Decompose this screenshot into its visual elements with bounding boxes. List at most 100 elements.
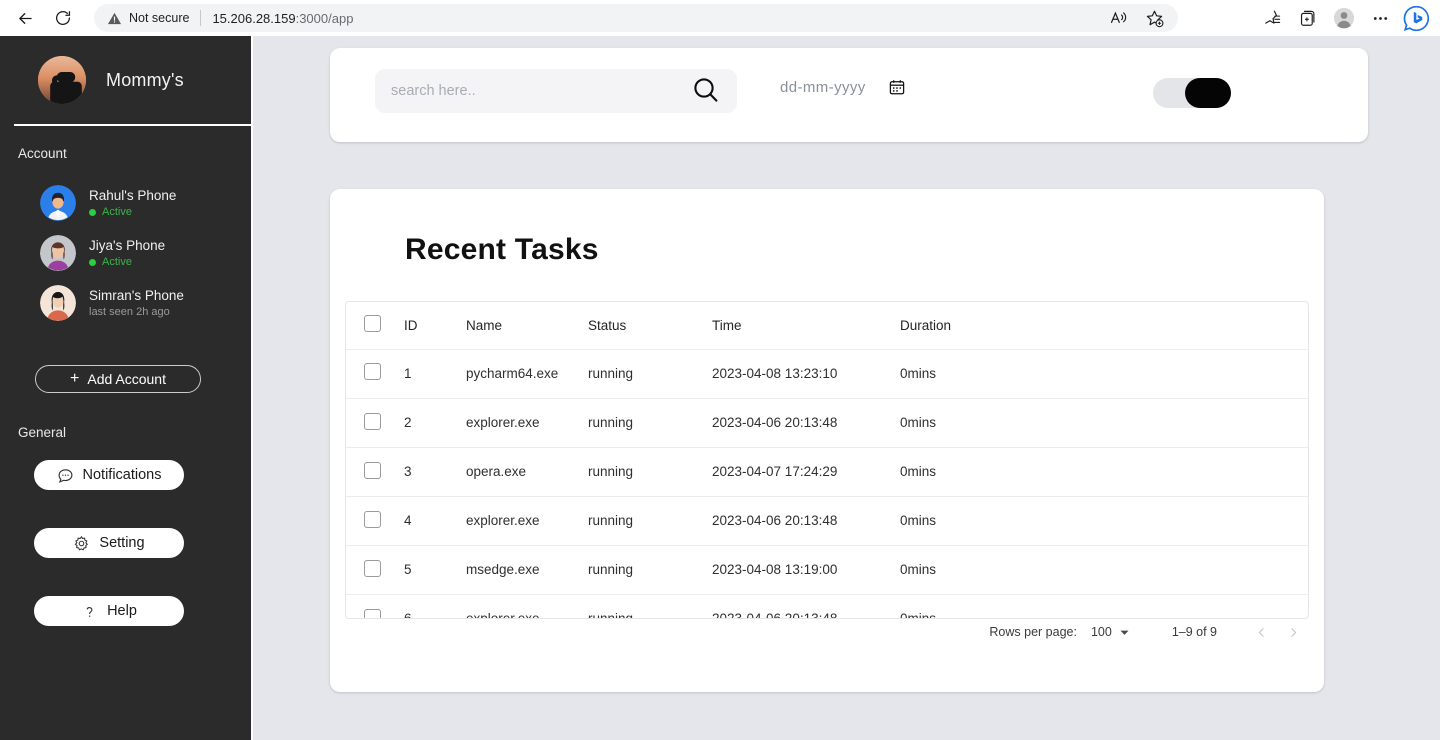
account-name: Rahul's Phone <box>89 188 177 203</box>
cell-duration: 0mins <box>900 349 1308 399</box>
cell-time: 2023-04-06 20:13:48 <box>712 398 900 448</box>
cell-time: 2023-04-07 17:24:29 <box>712 447 900 497</box>
cell-time: 2023-04-08 13:23:10 <box>712 349 900 399</box>
table-row[interactable]: 3 opera.exe running 2023-04-07 17:24:29 0min… <box>346 447 1308 497</box>
avatar <box>38 56 86 104</box>
row-checkbox[interactable] <box>364 608 381 618</box>
table-row[interactable]: 1 pycharm64.exe running 2023-04-08 13:23:10… <box>346 349 1308 399</box>
column-header-id[interactable]: ID <box>404 302 466 350</box>
cell-status: running <box>588 496 712 546</box>
status-label: Active <box>102 206 132 218</box>
warning-triangle-icon <box>107 11 122 26</box>
toggle-knob <box>1185 78 1231 108</box>
rows-per-page-value: 100 <box>1090 625 1112 639</box>
cell-id: 2 <box>404 398 466 448</box>
row-checkbox[interactable] <box>364 412 381 430</box>
bing-copilot-icon <box>1403 5 1429 31</box>
plus-icon: + <box>70 370 80 387</box>
reload-button[interactable] <box>46 1 80 35</box>
table-row[interactable]: 2 explorer.exe running 2023-04-06 20:13:48 0… <box>346 398 1308 448</box>
table-row[interactable]: 5 msedge.exe running 2023-04-08 13:19:00 0mi… <box>346 545 1308 595</box>
page-title: Recent Tasks <box>405 233 599 266</box>
add-account-button[interactable]: + Add Account <box>35 365 201 393</box>
cell-name: opera.exe <box>466 447 588 497</box>
status-label: Active <box>102 256 132 268</box>
sidebar: Mommy's Account Rahul's Phone Active Jiy… <box>0 36 253 740</box>
back-arrow-icon <box>18 12 32 24</box>
account-name: Jiya's Phone <box>89 238 166 253</box>
row-checkbox[interactable] <box>364 510 381 528</box>
date-field[interactable]: dd-mm-yyyy <box>780 78 906 96</box>
sidebar-item-simrans-phone[interactable]: Simran's Phone last seen 2h ago <box>0 278 253 328</box>
add-account-label: Add Account <box>87 371 166 387</box>
sidebar-item-notifications[interactable]: Notifications <box>34 460 184 490</box>
tasks-rows: 1 pycharm64.exe running 2023-04-08 13:23:10… <box>346 349 1308 618</box>
profile-header[interactable]: Mommy's <box>0 36 251 104</box>
settings-ellipsis-icon <box>1373 16 1387 20</box>
cell-id: 5 <box>404 545 466 595</box>
security-status-label: Not secure <box>129 11 190 25</box>
recent-tasks-card: Recent Tasks ID Name Status Time Duratio… <box>330 189 1324 692</box>
back-button[interactable] <box>8 1 42 35</box>
rows-per-page-select[interactable]: 100 <box>1091 625 1130 639</box>
sidebar-divider <box>14 124 253 126</box>
status-label: last seen 2h ago <box>89 306 170 318</box>
row-select-cell <box>346 349 404 399</box>
status-badge: last seen 2h ago <box>89 306 184 318</box>
cell-time: 2023-04-06 20:13:48 <box>712 594 900 618</box>
sidebar-item-setting[interactable]: Setting <box>34 528 184 558</box>
url-text: 15.206.28.159:3000/app <box>212 11 353 26</box>
chevron-left-icon <box>1258 627 1264 637</box>
cell-name: explorer.exe <box>466 496 588 546</box>
search-box[interactable] <box>375 69 737 113</box>
row-checkbox[interactable] <box>364 559 381 577</box>
tasks-table-scroll[interactable]: 1 pycharm64.exe running 2023-04-08 13:23:10… <box>346 349 1308 618</box>
favorites-star-list-icon <box>1264 10 1280 24</box>
previous-page-button[interactable] <box>1245 616 1277 648</box>
cell-name: msedge.exe <box>466 545 588 595</box>
column-header-name[interactable]: Name <box>466 302 588 350</box>
sidebar-item-help[interactable]: Help <box>34 596 184 626</box>
question-mark-icon <box>81 603 98 620</box>
sidebar-item-jiyas-phone[interactable]: Jiya's Phone Active <box>0 228 253 278</box>
general-section-label: General <box>18 425 67 440</box>
column-header-duration[interactable]: Duration <box>900 302 1308 350</box>
read-aloud-icon <box>1110 10 1126 23</box>
account-list: Rahul's Phone Active Jiya's Phone Active… <box>0 178 253 328</box>
browser-toolbar: Not secure 15.206.28.159:3000/app <box>0 0 1440 36</box>
calendar-icon[interactable] <box>888 78 906 96</box>
copilot-button[interactable] <box>1400 2 1432 34</box>
theme-toggle-switch[interactable] <box>1153 78 1231 108</box>
search-magnifier-icon[interactable] <box>689 74 723 108</box>
row-checkbox[interactable] <box>364 363 381 381</box>
cell-status: running <box>588 398 712 448</box>
sidebar-item-rahuls-phone[interactable]: Rahul's Phone Active <box>0 178 253 228</box>
browser-settings-button[interactable] <box>1364 2 1396 34</box>
person-avatar-icon <box>40 285 76 321</box>
row-checkbox[interactable] <box>364 461 381 479</box>
chat-bubble-icon <box>57 467 74 484</box>
general-list: Notifications Setting Help <box>0 460 253 664</box>
address-bar[interactable]: Not secure 15.206.28.159:3000/app <box>94 4 1177 32</box>
chevron-right-icon <box>1290 627 1296 637</box>
select-all-checkbox[interactable] <box>364 315 381 333</box>
column-header-time[interactable]: Time <box>712 302 900 350</box>
cell-name: explorer.exe <box>466 594 588 618</box>
toolbar-card: dd-mm-yyyy <box>330 48 1368 142</box>
search-input[interactable] <box>389 82 689 100</box>
favorites-button[interactable] <box>1256 2 1288 34</box>
collections-button[interactable] <box>1292 2 1324 34</box>
omnibox-divider <box>200 10 202 26</box>
add-favorite-button[interactable] <box>1138 2 1170 34</box>
read-aloud-button[interactable] <box>1102 2 1134 34</box>
next-page-button[interactable] <box>1277 616 1309 648</box>
row-select-cell <box>346 545 404 595</box>
cell-time: 2023-04-08 13:19:00 <box>712 545 900 595</box>
cell-duration: 0mins <box>900 447 1308 497</box>
avatar-simran <box>40 285 76 321</box>
table-row[interactable]: 4 explorer.exe running 2023-04-06 20:13:48 0… <box>346 496 1308 546</box>
column-header-status[interactable]: Status <box>588 302 712 350</box>
rows-per-page-label: Rows per page: <box>989 625 1077 639</box>
profile-name: Mommy's <box>106 69 184 90</box>
profile-button[interactable] <box>1328 2 1360 34</box>
